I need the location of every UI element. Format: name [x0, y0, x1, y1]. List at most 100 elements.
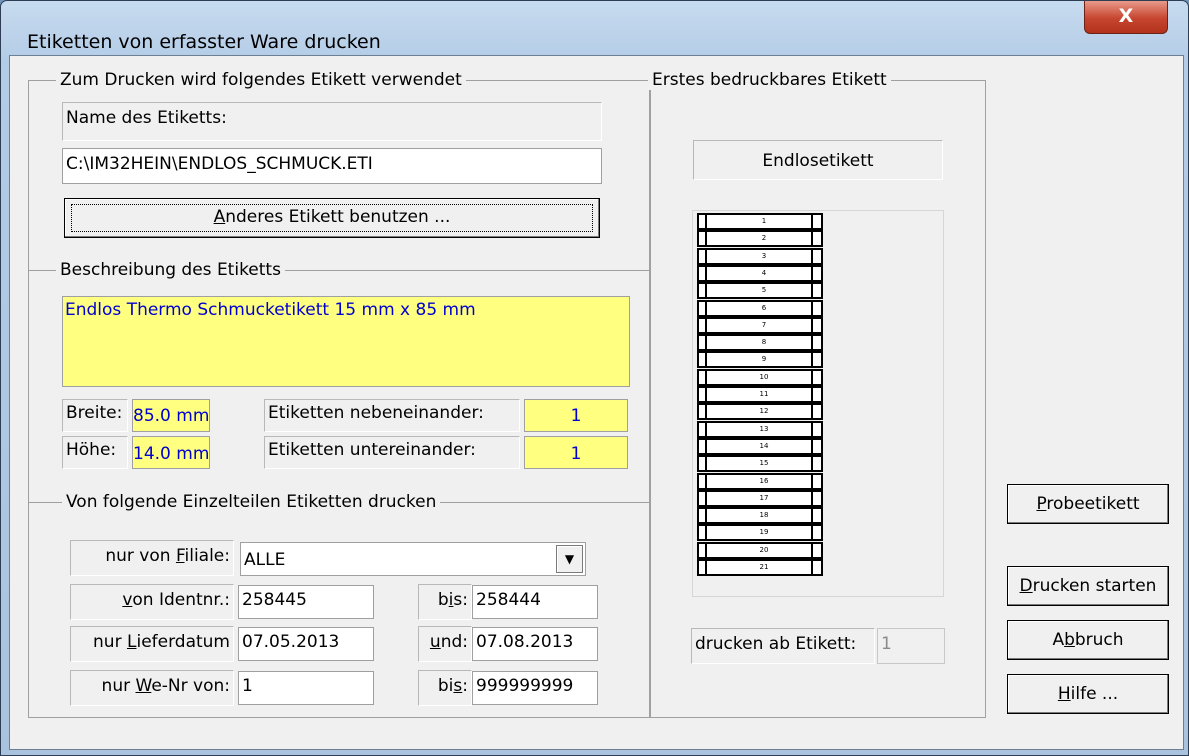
label-strip-number: 18 — [759, 511, 769, 520]
label-strip-number: 8 — [761, 338, 767, 347]
close-button[interactable]: X — [1084, 1, 1168, 34]
label-strip: 11 — [697, 386, 823, 403]
label-strip-right-edge — [811, 561, 821, 574]
label-strip: 7 — [697, 316, 823, 334]
label-path-field[interactable]: C:\IM32HEIN\ENDLOS_SCHMUCK.ETI — [62, 148, 602, 184]
label-strip-number: 16 — [759, 476, 769, 485]
branch-select[interactable]: ALLE ▼ — [240, 542, 586, 576]
label-strip-number: 9 — [761, 355, 767, 364]
sample-button-suffix: robeetikett — [1046, 494, 1140, 514]
we-from-input[interactable]: 1 — [238, 671, 374, 705]
label-strip-number: 7 — [761, 320, 767, 329]
start-button-hotkey: D — [1019, 576, 1033, 596]
height-label: Höhe: — [62, 436, 128, 469]
sample-label-button[interactable]: Probeetikett — [1007, 484, 1169, 524]
branch-label: nur von Filiale: — [70, 540, 234, 576]
label-strip-number: 4 — [761, 268, 767, 277]
delivery-to-input[interactable]: 07.08.2013 — [472, 627, 598, 661]
stacked-label: Etiketten untereinander: — [264, 436, 520, 469]
start-label-input: 1 — [877, 628, 945, 664]
ident-to-label-suffix: s: — [453, 590, 468, 610]
chevron-down-icon[interactable]: ▼ — [556, 545, 583, 573]
ident-from-label: von Identnr.: — [70, 584, 234, 620]
label-strip-right-edge — [811, 509, 821, 523]
branch-label-suffix: iliale: — [184, 546, 231, 566]
label-strip-left-edge — [699, 353, 707, 367]
label-strip-left-edge — [699, 422, 707, 436]
label-strip: 9 — [697, 351, 823, 369]
label-strip-right-edge — [811, 266, 821, 280]
label-strip-right-edge — [811, 232, 821, 246]
label-strip-number: 17 — [759, 493, 769, 502]
label-strip: 19 — [697, 524, 823, 542]
cancel-button-hotkey: b — [1064, 630, 1075, 650]
title-bar[interactable]: Etiketten von erfasster Ware drucken X — [1, 1, 1188, 53]
label-name-caption: Name des Etiketts: — [62, 102, 602, 141]
label-strip-right-edge — [811, 215, 821, 228]
label-strip: 10 — [697, 368, 823, 386]
label-strip-left-edge — [699, 301, 707, 315]
we-to-label-suffix: : — [462, 676, 468, 696]
label-strip-right-edge — [811, 249, 821, 263]
we-from-label-hotkey: W — [135, 676, 152, 696]
branch-select-value: ALLE — [244, 550, 286, 570]
delivery-from-label-suffix: ieferdatum — [136, 632, 230, 652]
label-strip-left-edge — [699, 474, 707, 488]
start-button-suffix: rucken starten — [1032, 576, 1157, 596]
label-strip: 4 — [697, 264, 823, 282]
label-strip-left-edge — [699, 336, 707, 350]
label-strip-left-edge — [699, 543, 707, 557]
label-strip-number: 10 — [759, 372, 769, 381]
ident-to-input[interactable]: 258444 — [472, 585, 598, 619]
label-strip-number: 6 — [761, 303, 767, 312]
label-strip-left-edge — [699, 491, 707, 505]
width-label: Breite: — [62, 399, 128, 432]
label-strip-right-edge — [811, 543, 821, 557]
label-strip-right-edge — [811, 336, 821, 350]
label-strip: 17 — [697, 489, 823, 507]
label-description-box: Endlos Thermo Schmucketikett 15 mm x 85 … — [62, 296, 630, 387]
label-strip-left-edge — [699, 266, 707, 280]
label-strip-left-edge — [699, 284, 707, 298]
label-strip-left-edge — [699, 561, 707, 574]
label-strip-left-edge — [699, 526, 707, 540]
label-strip-right-edge — [811, 388, 821, 401]
label-strip-right-edge — [811, 422, 821, 436]
preview-legend: Erstes bedruckbares Etikett — [648, 70, 891, 90]
label-strip-number: 21 — [759, 563, 769, 571]
sample-button-hotkey: P — [1036, 494, 1047, 514]
label-strip-right-edge — [811, 491, 821, 505]
branch-label-hotkey: F — [175, 546, 185, 566]
label-strip: 6 — [697, 299, 823, 317]
delivery-to-label: und: — [418, 626, 472, 662]
label-strip: 15 — [697, 455, 823, 473]
label-strip-right-edge — [811, 457, 821, 471]
delivery-from-input[interactable]: 07.05.2013 — [238, 627, 374, 661]
label-strip-number: 15 — [759, 459, 769, 468]
label-strip: 21 — [697, 559, 823, 576]
help-button[interactable]: Hilfe ... — [1007, 674, 1169, 714]
change-label-focus-rect — [71, 204, 593, 232]
label-strip-number: 20 — [759, 545, 769, 554]
ident-to-label-prefix: b — [437, 590, 449, 610]
cancel-button[interactable]: Abbruch — [1007, 620, 1169, 660]
label-strip: 3 — [697, 247, 823, 265]
we-to-label-hotkey: s — [453, 676, 463, 696]
dialog-client-area: Zum Drucken wird folgendes Etikett verwe… — [9, 55, 1184, 750]
label-strip-number: 19 — [759, 528, 769, 537]
ident-from-input[interactable]: 258445 — [238, 585, 374, 619]
ident-to-label: bis: — [418, 584, 472, 620]
we-to-input[interactable]: 999999999 — [472, 671, 598, 705]
start-print-button[interactable]: Drucken starten — [1007, 566, 1169, 606]
cancel-button-suffix: bruch — [1074, 630, 1124, 650]
label-strip-left-edge — [699, 388, 707, 401]
description-legend: Beschreibung des Etiketts — [56, 260, 285, 280]
label-group-legend: Zum Drucken wird folgendes Etikett verwe… — [56, 70, 466, 90]
label-strip-right-edge — [811, 474, 821, 488]
ident-from-label-suffix: on Identnr.: — [132, 590, 230, 610]
we-from-label: nur We-Nr von: — [70, 670, 234, 706]
label-strip-right-edge — [811, 370, 821, 384]
window-title: Etiketten von erfasster Ware drucken — [27, 31, 381, 53]
label-strip-left-edge — [699, 439, 707, 453]
start-label-caption: drucken ab Etikett: — [691, 628, 875, 664]
